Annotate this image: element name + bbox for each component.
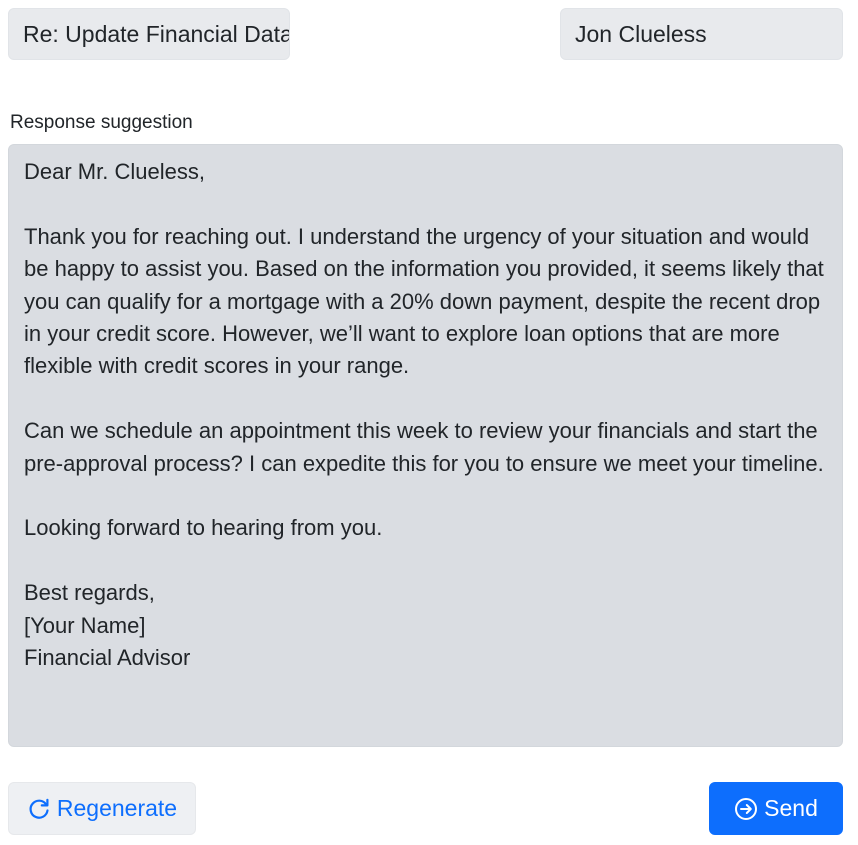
response-textarea[interactable]: Dear Mr. Clueless, Thank you for reachin…	[8, 144, 843, 747]
send-button[interactable]: Send	[709, 782, 843, 835]
subject-field[interactable]: Re: Update Financial Data	[8, 8, 290, 60]
refresh-icon	[27, 797, 51, 821]
arrow-right-circle-icon	[734, 797, 758, 821]
recipient-field[interactable]: Jon Clueless	[560, 8, 843, 60]
send-label: Send	[764, 795, 818, 821]
response-label: Response suggestion	[10, 112, 193, 133]
regenerate-label: Regenerate	[56, 795, 178, 821]
regenerate-button[interactable]: Regenerate	[8, 782, 196, 835]
